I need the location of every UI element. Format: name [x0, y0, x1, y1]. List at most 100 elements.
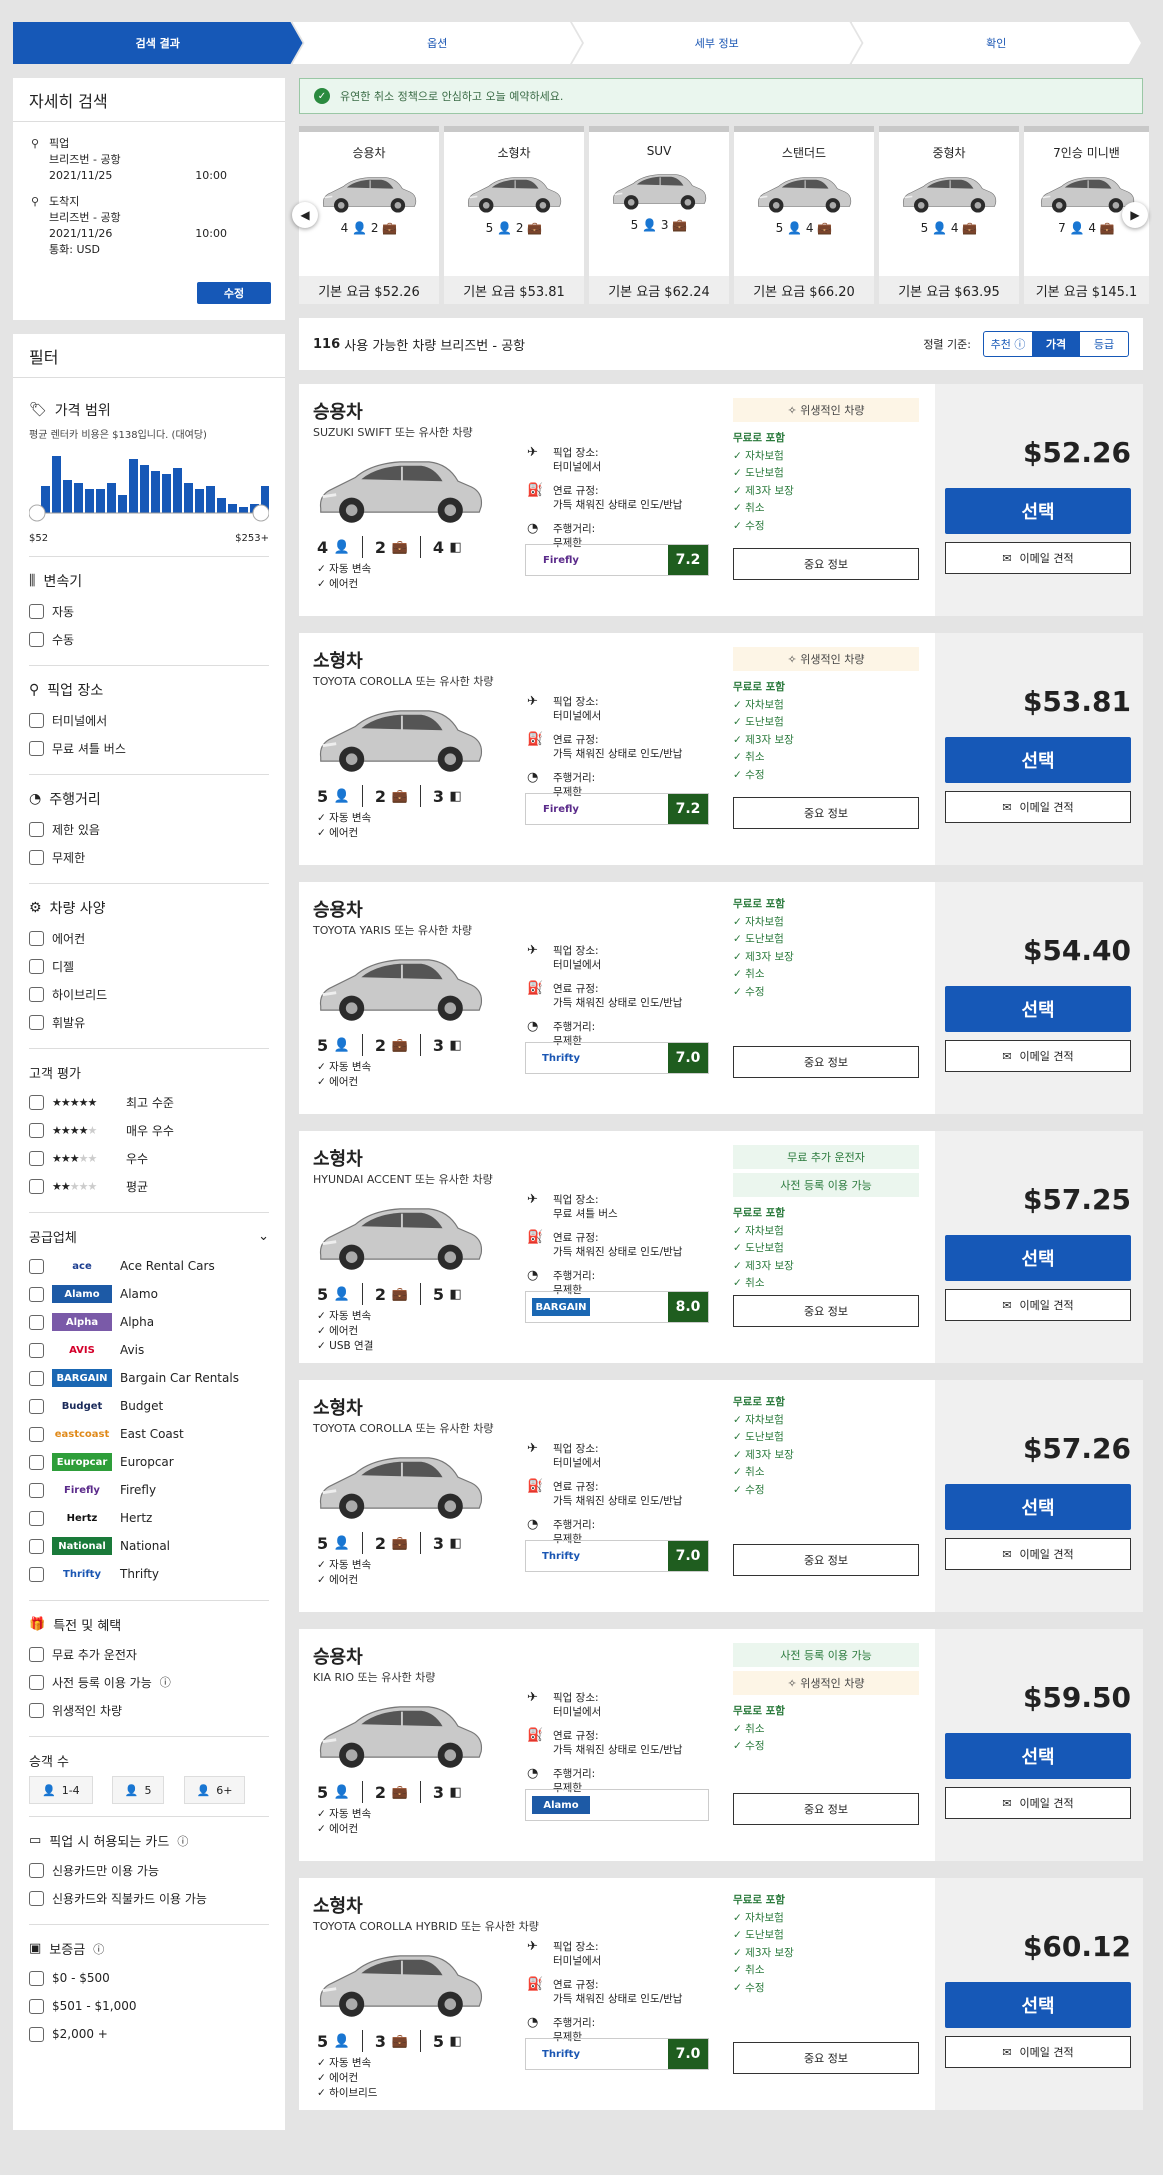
supplier-rating[interactable]: Thrifty 7.0	[525, 2038, 709, 2070]
supplier-option[interactable]: Europcar Europcar	[29, 1448, 269, 1476]
checkbox[interactable]	[29, 958, 44, 974]
checkbox[interactable]	[29, 1566, 44, 1582]
filter-option[interactable]: 수동	[29, 625, 269, 653]
step-details[interactable]: 세부 정보	[572, 22, 862, 64]
category-card[interactable]: SUV 5 👤 3 💼 기본 요금 $62.24	[589, 126, 729, 304]
important-info-button[interactable]: 중요 정보	[733, 1046, 919, 1078]
checkbox[interactable]	[29, 1426, 44, 1442]
email-quote-button[interactable]: ✉ 이메일 견적	[945, 1538, 1131, 1570]
filter-option[interactable]: ★★★★★ 평균	[29, 1172, 269, 1200]
supplier-rating[interactable]: Firefly 7.2	[525, 544, 709, 576]
carousel-next-arrow-icon[interactable]: ▶	[1122, 202, 1148, 228]
sort-price-button[interactable]: 가격	[1032, 332, 1080, 356]
checkbox[interactable]	[29, 1370, 44, 1386]
price-histogram[interactable]	[29, 447, 269, 523]
checkbox[interactable]	[29, 1150, 44, 1166]
filter-option[interactable]: 사전 등록 이용 가능 ⓘ	[29, 1668, 269, 1696]
select-button[interactable]: 선택	[945, 1235, 1131, 1281]
checkbox[interactable]	[29, 712, 44, 728]
supplier-option[interactable]: eastcoast East Coast	[29, 1420, 269, 1448]
filter-option[interactable]: 휘발유	[29, 1008, 269, 1036]
category-card[interactable]: 승용차 4 👤 2 💼 기본 요금 $52.26	[299, 126, 439, 304]
checkbox[interactable]	[29, 1014, 44, 1030]
filter-option[interactable]: ★★★★★ 최고 수준	[29, 1088, 269, 1116]
filter-option[interactable]: $0 - $500	[29, 1964, 269, 1992]
info-icon[interactable]: ⓘ	[177, 1833, 188, 1849]
sort-rating-button[interactable]: 등급	[1080, 332, 1128, 356]
sort-recommended-button[interactable]: 추천 ⓘ	[984, 332, 1032, 356]
filter-option[interactable]: 위생적인 차량	[29, 1696, 269, 1724]
checkbox[interactable]	[29, 631, 44, 647]
supplier-option[interactable]: ace Ace Rental Cars	[29, 1252, 269, 1280]
checkbox[interactable]	[29, 1286, 44, 1302]
category-card[interactable]: 스탠더드 5 👤 4 💼 기본 요금 $66.20	[734, 126, 874, 304]
filter-option[interactable]: 제한 있음	[29, 815, 269, 843]
checkbox[interactable]	[29, 1398, 44, 1414]
checkbox[interactable]	[29, 603, 44, 619]
important-info-button[interactable]: 중요 정보	[733, 1544, 919, 1576]
checkbox[interactable]	[29, 1970, 44, 1986]
checkbox[interactable]	[29, 1998, 44, 2014]
chevron-down-icon[interactable]: ⌄	[258, 1229, 269, 1244]
checkbox[interactable]	[29, 1122, 44, 1138]
select-button[interactable]: 선택	[945, 986, 1131, 1032]
supplier-rating[interactable]: Thrifty 7.0	[525, 1540, 709, 1572]
supplier-option[interactable]: Thrifty Thrifty	[29, 1560, 269, 1588]
email-quote-button[interactable]: ✉ 이메일 견적	[945, 542, 1131, 574]
email-quote-button[interactable]: ✉ 이메일 견적	[945, 1787, 1131, 1819]
checkbox[interactable]	[29, 1314, 44, 1330]
passenger-chip[interactable]: 👤 5	[111, 1776, 165, 1804]
checkbox[interactable]	[29, 1258, 44, 1274]
checkbox[interactable]	[29, 2026, 44, 2042]
email-quote-button[interactable]: ✉ 이메일 견적	[945, 1289, 1131, 1321]
supplier-option[interactable]: AVIS Avis	[29, 1336, 269, 1364]
filter-option[interactable]: $2,000 +	[29, 2020, 269, 2048]
email-quote-button[interactable]: ✉ 이메일 견적	[945, 1040, 1131, 1072]
important-info-button[interactable]: 중요 정보	[733, 548, 919, 580]
select-button[interactable]: 선택	[945, 737, 1131, 783]
checkbox[interactable]	[29, 930, 44, 946]
step-options[interactable]: 옵션	[293, 22, 583, 64]
checkbox[interactable]	[29, 1178, 44, 1194]
select-button[interactable]: 선택	[945, 1982, 1131, 2028]
filter-option[interactable]: 터미널에서	[29, 706, 269, 734]
slider-min-handle[interactable]	[29, 504, 46, 522]
supplier-option[interactable]: Hertz Hertz	[29, 1504, 269, 1532]
supplier-rating[interactable]: Firefly 7.2	[525, 793, 709, 825]
supplier-rating[interactable]: Alamo	[525, 1789, 709, 1821]
important-info-button[interactable]: 중요 정보	[733, 1793, 919, 1825]
checkbox[interactable]	[29, 1482, 44, 1498]
supplier-option[interactable]: BARGAIN Bargain Car Rentals	[29, 1364, 269, 1392]
supplier-option[interactable]: Alamo Alamo	[29, 1280, 269, 1308]
filter-option[interactable]: ★★★★★ 매우 우수	[29, 1116, 269, 1144]
email-quote-button[interactable]: ✉ 이메일 견적	[945, 2036, 1131, 2068]
select-button[interactable]: 선택	[945, 488, 1131, 534]
select-button[interactable]: 선택	[945, 1484, 1131, 1530]
checkbox[interactable]	[29, 1702, 44, 1718]
checkbox[interactable]	[29, 1342, 44, 1358]
checkbox[interactable]	[29, 1538, 44, 1554]
filter-option[interactable]: $501 - $1,000	[29, 1992, 269, 2020]
filter-option[interactable]: 신용카드와 직불카드 이용 가능	[29, 1884, 269, 1912]
select-button[interactable]: 선택	[945, 1733, 1131, 1779]
checkbox[interactable]	[29, 849, 44, 865]
supplier-option[interactable]: Budget Budget	[29, 1392, 269, 1420]
checkbox[interactable]	[29, 1674, 44, 1690]
filter-option[interactable]: ★★★★★ 우수	[29, 1144, 269, 1172]
filter-option[interactable]: 무료 셔틀 버스	[29, 734, 269, 762]
filter-option[interactable]: 디젤	[29, 952, 269, 980]
checkbox[interactable]	[29, 821, 44, 837]
important-info-button[interactable]: 중요 정보	[733, 797, 919, 829]
supplier-option[interactable]: Alpha Alpha	[29, 1308, 269, 1336]
checkbox[interactable]	[29, 1890, 44, 1906]
checkbox[interactable]	[29, 1094, 44, 1110]
checkbox[interactable]	[29, 1510, 44, 1526]
filter-option[interactable]: 무제한	[29, 843, 269, 871]
important-info-button[interactable]: 중요 정보	[733, 2042, 919, 2074]
edit-search-button[interactable]: 수정	[197, 282, 271, 304]
info-icon[interactable]: ⓘ	[160, 1674, 171, 1690]
filter-option[interactable]: 신용카드만 이용 가능	[29, 1856, 269, 1884]
filter-option[interactable]: 에어컨	[29, 924, 269, 952]
checkbox[interactable]	[29, 986, 44, 1002]
info-icon[interactable]: ⓘ	[93, 1941, 104, 1957]
